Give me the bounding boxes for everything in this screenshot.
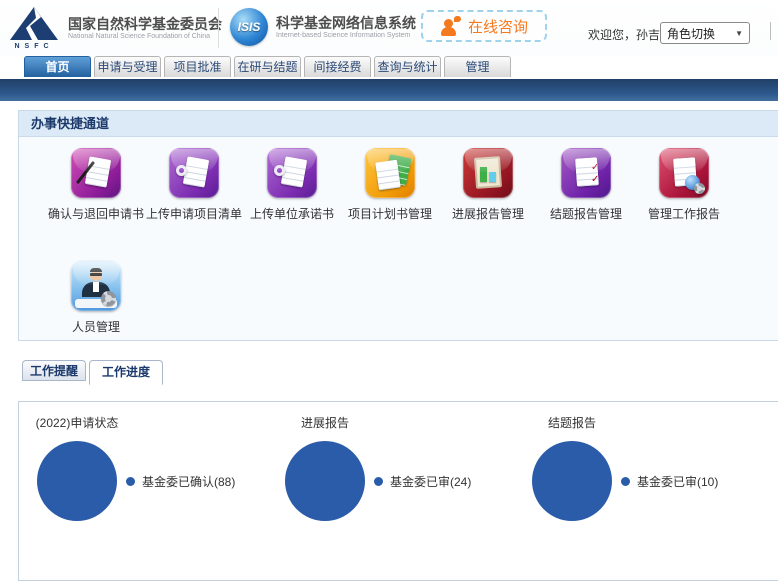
- nsfc-letters: NSFC: [10, 43, 58, 50]
- header-separator: [770, 22, 771, 40]
- nsfc-subtitle: National Natural Science Foundation of C…: [68, 33, 222, 40]
- documents-icon: [365, 148, 415, 198]
- nav-bottom-bar: [0, 79, 778, 101]
- report-globe-gear-icon: [659, 148, 709, 198]
- isis-subtitle: Internet-based Science Information Syste…: [276, 32, 416, 39]
- quick-panel-title: 办事快捷通道: [19, 111, 778, 137]
- legend-label: 基金委已确认(88): [142, 473, 235, 490]
- chart-legend: 基金委已审(24): [374, 473, 471, 490]
- pie-application-status: [37, 441, 117, 521]
- checklist-icon: ✓ ✓: [561, 148, 611, 198]
- legend-dot-icon: [374, 477, 383, 486]
- role-switch-select[interactable]: 角色切换 ▼: [660, 22, 750, 44]
- main-nav: 首页 申请与受理 项目批准 在研与结题 间接经费 查询与统计 管理: [24, 56, 511, 77]
- shortcut-label: 上传单位承诺书: [250, 205, 334, 222]
- legend-dot-icon: [126, 477, 135, 486]
- chart-legend: 基金委已审(10): [621, 473, 718, 490]
- person-gear-icon: [71, 261, 121, 311]
- isis-logo-block: ISIS 科学基金网络信息系统 Internet-based Science I…: [230, 8, 416, 46]
- shortcut-progress-report-management[interactable]: 进展报告管理: [439, 148, 537, 222]
- isis-globe-icon: ISIS: [230, 8, 268, 46]
- shortcut-management-work-report[interactable]: 管理工作报告: [635, 148, 733, 222]
- tab-work-reminder[interactable]: 工作提醒: [22, 360, 86, 381]
- consult-person-icon: [440, 15, 462, 37]
- shortcut-upload-institution-commitment[interactable]: 上传单位承诺书: [243, 148, 341, 222]
- header-divider: [218, 8, 219, 48]
- nav-tab-home[interactable]: 首页: [24, 56, 91, 77]
- shortcut-label: 进展报告管理: [452, 205, 524, 222]
- pie-progress-report: [285, 441, 365, 521]
- shortcut-row-1: 确认与退回申请书 上传申请项目清单 上传单位承诺书 项目计划书管理 进展报告管理: [19, 148, 778, 222]
- document-pen-icon: [71, 148, 121, 198]
- shortcut-final-report-management[interactable]: ✓ ✓ 结题报告管理: [537, 148, 635, 222]
- chart-title: 进展报告: [285, 414, 365, 431]
- work-tabs: 工作提醒 工作进度: [22, 360, 163, 385]
- nav-tab-project-approval[interactable]: 项目批准: [164, 56, 231, 77]
- shortcut-label: 项目计划书管理: [348, 205, 432, 222]
- nav-tab-query-statistics[interactable]: 查询与统计: [374, 56, 441, 77]
- notepad-magnifier-icon: [267, 148, 317, 198]
- welcome-text: 欢迎您，孙吉: [588, 26, 660, 43]
- notepad-magnifier-icon: [169, 148, 219, 198]
- shortcut-label: 上传申请项目清单: [146, 205, 242, 222]
- chart-title: (2022)申请状态: [37, 414, 117, 431]
- tab-work-progress[interactable]: 工作进度: [89, 360, 163, 385]
- shortcut-project-plan-management[interactable]: 项目计划书管理: [341, 148, 439, 222]
- legend-label: 基金委已审(10): [637, 473, 718, 490]
- nsfc-title: 国家自然科学基金委员会: [68, 16, 222, 33]
- pie-final-report: [532, 441, 612, 521]
- online-consult-button[interactable]: 在线咨询: [421, 10, 547, 42]
- nsfc-logo-block: NSFC 国家自然科学基金委员会 National Natural Scienc…: [8, 6, 222, 50]
- chevron-down-icon: ▼: [735, 29, 743, 38]
- shortcut-label: 结题报告管理: [550, 205, 622, 222]
- chart-title: 结题报告: [532, 414, 612, 431]
- shortcut-personnel-management[interactable]: 人员管理: [47, 261, 145, 335]
- pie-chart-final-report: 结题报告 基金委已审(10): [532, 414, 718, 521]
- legend-label: 基金委已审(24): [390, 473, 471, 490]
- clipboard-chart-icon: [463, 148, 513, 198]
- nav-tab-research-conclusion[interactable]: 在研与结题: [234, 56, 301, 77]
- pie-chart-progress-report: 进展报告 基金委已审(24): [285, 414, 471, 521]
- nav-tab-management[interactable]: 管理: [444, 56, 511, 77]
- pie-chart-application-status: (2022)申请状态 基金委已确认(88): [37, 414, 235, 521]
- shortcut-confirm-return-application[interactable]: 确认与退回申请书: [47, 148, 145, 222]
- nav-tab-indirect-funds[interactable]: 间接经费: [304, 56, 371, 77]
- nsfc-mountain-logo-icon: NSFC: [8, 6, 60, 50]
- isis-title: 科学基金网络信息系统: [276, 15, 416, 32]
- online-consult-label: 在线咨询: [468, 16, 528, 37]
- page-header: NSFC 国家自然科学基金委员会 National Natural Scienc…: [0, 0, 778, 56]
- shortcut-label: 管理工作报告: [648, 205, 720, 222]
- role-switch-label: 角色切换: [667, 25, 715, 42]
- quick-access-panel: 办事快捷通道 确认与退回申请书 上传申请项目清单 上传单位承诺书 项目计划书管理: [18, 110, 778, 341]
- chart-legend: 基金委已确认(88): [126, 473, 235, 490]
- nav-tab-application-acceptance[interactable]: 申请与受理: [94, 56, 161, 77]
- work-progress-panel: (2022)申请状态 基金委已确认(88) 进展报告 基金委已审(24) 结题报…: [18, 401, 778, 581]
- shortcut-row-2: 人员管理: [19, 261, 778, 335]
- shortcut-upload-application-list[interactable]: 上传申请项目清单: [145, 148, 243, 222]
- shortcut-label: 人员管理: [72, 318, 120, 335]
- shortcut-label: 确认与退回申请书: [48, 205, 144, 222]
- legend-dot-icon: [621, 477, 630, 486]
